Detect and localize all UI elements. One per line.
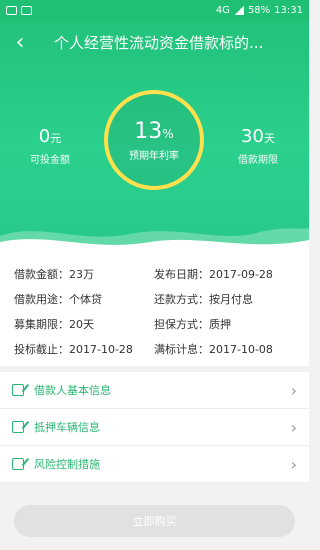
menu-item-borrower-info[interactable]: 借款人基本信息 › xyxy=(0,372,309,409)
info-menu: 借款人基本信息 › 抵押车辆信息 › 风险控制措施 › xyxy=(0,372,309,483)
nav-bar: ‹ 个人经营性流动资金借款标的... xyxy=(0,20,309,64)
menu-item-risk-control[interactable]: 风险控制措施 › xyxy=(0,446,309,483)
rate-value: 13 xyxy=(134,118,163,144)
status-left xyxy=(6,5,32,15)
page-title: 个人经营性流动资金借款标的... xyxy=(54,33,264,52)
image-icon xyxy=(21,5,32,15)
edit-icon xyxy=(12,421,24,433)
network-label: 4G xyxy=(215,4,230,16)
rate-unit: % xyxy=(162,126,174,141)
detail-item: 满标计息：2017-10-08 xyxy=(154,343,273,356)
detail-item: 借款金额：23万 xyxy=(14,268,94,281)
loan-term-value: 30 xyxy=(241,126,264,147)
rate-circle: 13% 预期年利率 xyxy=(104,90,204,190)
invest-amount-stat: 0元 可投金额 xyxy=(5,126,95,166)
invest-amount-value: 0 xyxy=(38,126,51,147)
chevron-left-icon: ‹ xyxy=(15,29,25,55)
menu-item-label: 抵押车辆信息 xyxy=(34,421,100,434)
invest-amount-label: 可投金额 xyxy=(30,155,70,166)
loan-details: 借款金额：23万 发布日期：2017-09-28 借款用途：个体贷 还款方式：按… xyxy=(0,254,309,366)
chevron-right-icon: › xyxy=(290,380,297,400)
menu-item-vehicle-info[interactable]: 抵押车辆信息 › xyxy=(0,409,309,446)
rate-label: 预期年利率 xyxy=(129,150,179,162)
loan-term-label: 借款期限 xyxy=(238,155,278,166)
menu-item-label: 借款人基本信息 xyxy=(34,384,111,397)
detail-item: 募集期限：20天 xyxy=(14,318,94,331)
buy-now-button[interactable]: 立即购买 xyxy=(14,505,295,537)
loan-term-stat: 30天 借款期限 xyxy=(213,126,303,166)
status-bar: 4G 58% 13:31 xyxy=(0,0,309,20)
edit-icon xyxy=(12,458,24,470)
invest-amount-unit: 元 xyxy=(50,132,62,145)
chevron-right-icon: › xyxy=(290,454,297,474)
battery-level: 58% xyxy=(247,4,271,16)
detail-item: 发布日期：2017-09-28 xyxy=(154,268,273,281)
detail-item: 还款方式：按月付息 xyxy=(154,293,253,306)
menu-item-label: 风险控制措施 xyxy=(34,458,100,471)
detail-item: 借款用途：个体贷 xyxy=(14,293,102,306)
clock: 13:31 xyxy=(274,4,303,16)
loan-term-unit: 天 xyxy=(263,132,275,145)
detail-item: 投标截止：2017-10-28 xyxy=(14,343,133,356)
notification-icon xyxy=(6,5,17,15)
back-button[interactable]: ‹ xyxy=(0,20,40,64)
wave-decoration xyxy=(0,228,309,254)
signal-icon xyxy=(233,5,244,15)
chevron-right-icon: › xyxy=(290,417,297,437)
edit-icon xyxy=(12,384,24,396)
detail-item: 担保方式：质押 xyxy=(154,318,231,331)
status-right: 4G 58% 13:31 xyxy=(216,5,303,16)
hero-panel: ‹ 个人经营性流动资金借款标的... 0元 可投金额 13% 预期年利率 30天… xyxy=(0,20,309,254)
